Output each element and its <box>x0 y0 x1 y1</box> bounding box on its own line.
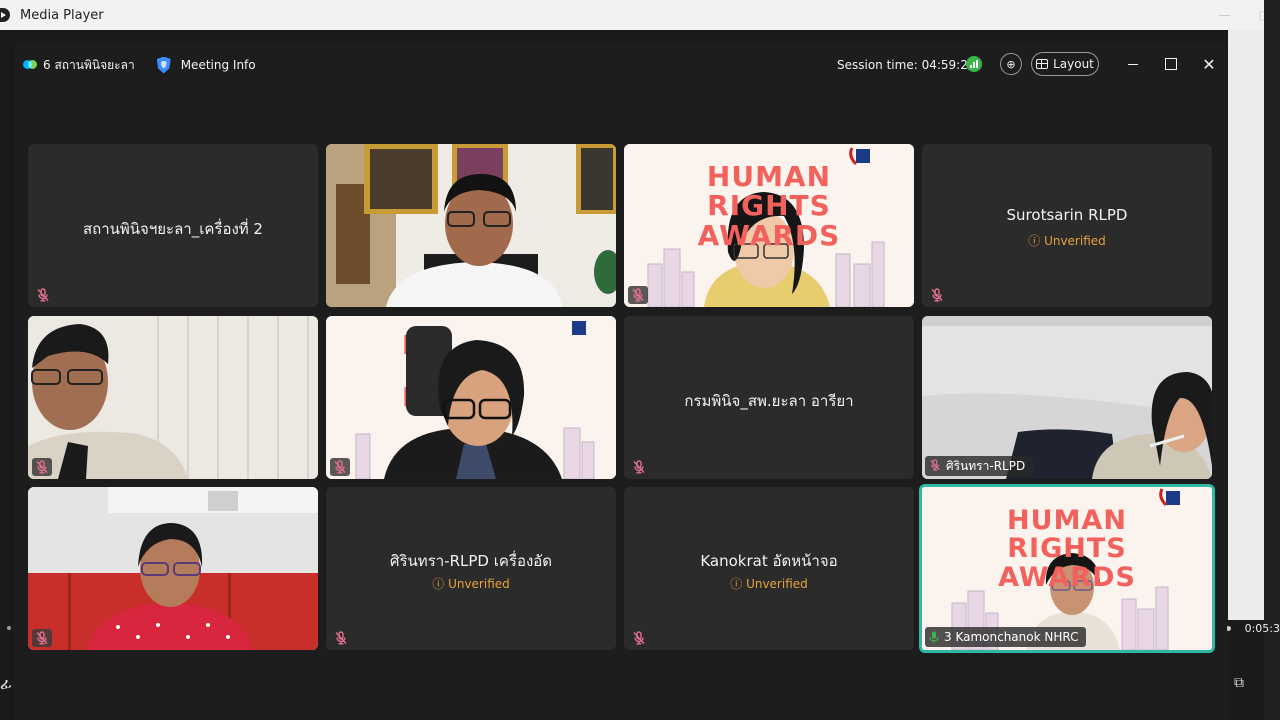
participant-name-pill: ศิรินทรา-RLPD <box>925 456 1034 476</box>
mic-muted-icon <box>930 288 944 302</box>
media-player-title: Media Player <box>20 7 104 23</box>
minimize-icon[interactable] <box>1123 54 1143 74</box>
layout-label: Layout <box>1053 57 1094 71</box>
participant-name: ศิรินทรา-RLPD เครื่องอัด <box>389 552 553 570</box>
mic-active-icon <box>929 631 939 643</box>
participant-name: Surotsarin RLPD <box>1006 206 1128 224</box>
participant-video-tile[interactable] <box>28 316 318 479</box>
video-frame-man <box>28 316 318 479</box>
participant-video-tile[interactable] <box>326 144 616 307</box>
mic-muted-icon <box>628 286 648 304</box>
warning-circle-icon: ⓘ <box>730 577 743 591</box>
unverified-badge: ⓘ Unverified <box>624 575 914 592</box>
layout-icon <box>1036 59 1049 69</box>
close-icon[interactable]: ✕ <box>1199 54 1219 74</box>
session-time: Session time: 04:59:26 <box>837 58 976 72</box>
warning-circle-icon: ⓘ <box>432 577 445 591</box>
meeting-window: 6 สถานพินิจยะลา Meeting Info Session tim… <box>14 44 1227 720</box>
unverified-label: Unverified <box>448 577 510 591</box>
participant-tile[interactable]: ศิรินทรา-RLPD เครื่องอัด ⓘ Unverified <box>326 487 616 650</box>
participant-name: ศิรินทรา-RLPD <box>946 458 1026 473</box>
participant-video-tile[interactable]: HUMAN RIGHTS AWARDS <box>624 144 914 307</box>
meeting-info-label: Meeting Info <box>180 58 256 72</box>
mic-muted-icon <box>330 458 350 476</box>
minimize-icon[interactable]: — <box>1219 8 1231 22</box>
participant-video-tile[interactable]: H R <box>326 316 616 479</box>
meeting-info-button[interactable]: Meeting Info <box>156 56 256 74</box>
participant-video-tile[interactable] <box>28 487 318 650</box>
participant-name: Kanokrat อัดหน้าจอ <box>700 552 838 570</box>
participant-name: 3 Kamonchanok NHRC <box>944 630 1079 644</box>
participant-tile[interactable]: Kanokrat อัดหน้าจอ ⓘ Unverified <box>624 487 914 650</box>
mic-muted-icon <box>32 458 52 476</box>
mic-muted-icon <box>36 288 50 302</box>
unverified-label: Unverified <box>1044 234 1106 248</box>
mic-muted-icon <box>32 629 52 647</box>
video-frame-meeting-room <box>922 316 1212 479</box>
webex-logo-icon <box>23 58 37 72</box>
warning-circle-icon: ⓘ <box>1028 234 1041 248</box>
participant-video-tile[interactable]: ศิรินทรา-RLPD <box>922 316 1212 479</box>
active-speaker-tile[interactable]: HUMAN RIGHTS AWARDS 3 Kamonchanok NHRC <box>919 484 1215 653</box>
mic-muted-icon <box>334 631 348 645</box>
zoom-icon[interactable]: ⊕ <box>1000 53 1022 75</box>
miniplayer-icon[interactable]: ⧉ <box>1234 675 1244 691</box>
meeting-name: 6 สถานพินิจยะลา <box>43 57 135 72</box>
layout-button[interactable]: Layout <box>1031 52 1099 76</box>
participant-name: สถานพินิจฯยะลา_เครื่องที่ 2 <box>83 220 263 238</box>
participant-name: กรมพินิจ_สพ.ยะลา อารียา <box>684 392 854 410</box>
participant-tile[interactable]: กรมพินิจ_สพ.ยะลา อารียา <box>624 316 914 479</box>
participant-tile[interactable]: สถานพินิจฯยะลา_เครื่องที่ 2 <box>28 144 318 307</box>
participant-tile[interactable]: Surotsarin RLPD ⓘ Unverified <box>922 144 1212 307</box>
media-player-titlebar: Media Player — ▢ <box>0 0 1280 30</box>
volume-icon[interactable]: ፊ <box>0 674 12 694</box>
media-player-icon <box>0 8 10 22</box>
maximize-icon[interactable] <box>1161 54 1181 74</box>
meeting-topbar: 6 สถานพินิจยะลา Meeting Info Session tim… <box>14 44 1227 86</box>
poster-title: HUMAN RIGHTS AWARDS <box>697 160 841 252</box>
video-frame-woman-red <box>28 487 318 650</box>
video-frame-office <box>326 144 616 307</box>
mic-muted-icon <box>632 631 646 645</box>
meeting-brand: 6 สถานพินิจยะลา <box>23 56 135 75</box>
media-player-background-strip <box>1228 30 1264 620</box>
playback-time: 0:05:3 <box>1244 622 1280 635</box>
media-player-edge <box>1264 0 1280 720</box>
mic-muted-icon <box>632 460 646 474</box>
poster-title: HUMAN RIGHTS AWARDS <box>998 505 1136 593</box>
shield-icon <box>156 56 171 74</box>
participant-name-pill: 3 Kamonchanok NHRC <box>925 627 1087 647</box>
video-frame-poster-woman: H R <box>326 316 616 479</box>
unverified-badge: ⓘ Unverified <box>922 232 1212 249</box>
unverified-badge: ⓘ Unverified <box>326 575 616 592</box>
mic-muted-icon <box>929 458 941 474</box>
unverified-label: Unverified <box>746 577 808 591</box>
signal-icon[interactable] <box>966 56 982 72</box>
seek-start-dot[interactable] <box>7 626 11 630</box>
